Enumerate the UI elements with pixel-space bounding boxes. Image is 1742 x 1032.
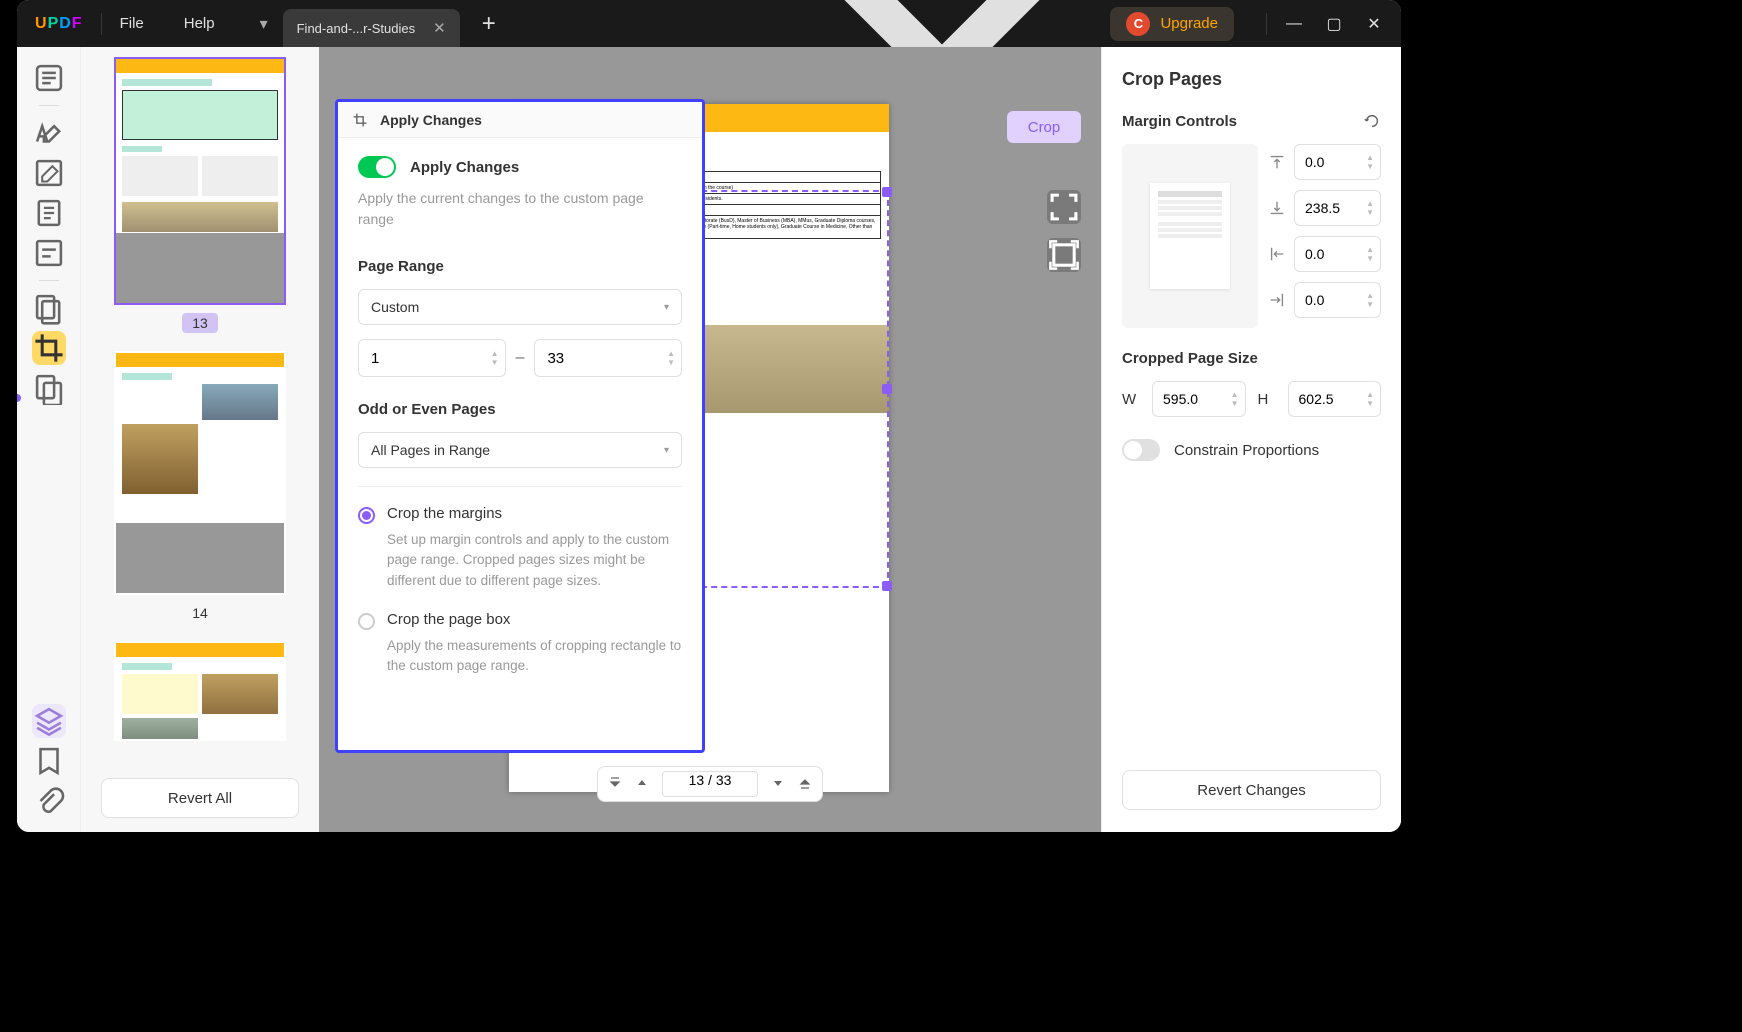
- upgrade-button[interactable]: C Upgrade: [1110, 7, 1234, 41]
- add-tab-icon[interactable]: +: [482, 10, 496, 38]
- close-icon[interactable]: ✕: [433, 19, 446, 37]
- page-tool-icon[interactable]: [32, 196, 66, 230]
- thumbnails-panel: 13 14: [81, 47, 319, 832]
- reader-mode-icon[interactable]: [32, 61, 66, 95]
- crop-button[interactable]: Crop: [1007, 111, 1081, 143]
- margin-preview: [1122, 144, 1258, 328]
- thumbnail-item[interactable]: [91, 641, 309, 741]
- width-input[interactable]: 595.0▲▼: [1152, 381, 1246, 417]
- margin-top-input[interactable]: 0.0▲▼: [1294, 144, 1381, 180]
- margin-right-input[interactable]: 0.0▲▼: [1294, 282, 1381, 318]
- maximize-icon[interactable]: ▢: [1325, 15, 1343, 33]
- divider: [358, 486, 682, 487]
- thumbnail-page-15[interactable]: [114, 641, 286, 741]
- height-label: H: [1258, 391, 1276, 408]
- comment-tool-icon[interactable]: [32, 116, 66, 150]
- range-from-input[interactable]: 1 ▲▼: [358, 339, 506, 377]
- thumbnail-number: 13: [182, 313, 218, 333]
- odd-even-select[interactable]: All Pages in Range ▾: [358, 432, 682, 468]
- active-indicator: [17, 394, 21, 402]
- range-separator: –: [516, 349, 525, 367]
- height-input[interactable]: 602.5▲▼: [1288, 381, 1382, 417]
- form-tool-icon[interactable]: [32, 236, 66, 270]
- organize-pages-icon[interactable]: [32, 291, 66, 325]
- margin-bottom-icon: [1268, 199, 1286, 217]
- menu-help[interactable]: Help: [184, 15, 215, 32]
- bookmark-icon[interactable]: [32, 744, 66, 778]
- cropped-size-title: Cropped Page Size: [1122, 350, 1381, 367]
- divider: [101, 13, 102, 35]
- document-tab[interactable]: Find-and-...r-Studies ✕: [283, 9, 460, 47]
- revert-all-button[interactable]: Revert All: [101, 778, 299, 818]
- margin-left-input[interactable]: 0.0▲▼: [1294, 236, 1381, 272]
- width-label: W: [1122, 391, 1140, 408]
- last-page-icon[interactable]: [798, 776, 812, 793]
- panel-header: Apply Changes: [338, 102, 702, 138]
- panel-title: Crop Pages: [1122, 69, 1381, 90]
- toggle-label: Apply Changes: [410, 159, 519, 176]
- constrain-toggle[interactable]: [1122, 439, 1160, 461]
- menu-file[interactable]: File: [120, 15, 144, 32]
- thumbnail-page-13[interactable]: [114, 57, 286, 305]
- margin-controls-title: Margin Controls: [1122, 113, 1237, 130]
- prev-page-icon[interactable]: [636, 776, 648, 792]
- chevron-down-icon: ▾: [664, 302, 669, 313]
- attachment-icon[interactable]: [32, 784, 66, 818]
- toggle-description: Apply the current changes to the custom …: [358, 188, 682, 230]
- content: 13 14: [17, 47, 1401, 832]
- panel-title: Apply Changes: [380, 112, 482, 128]
- page-range-select[interactable]: Custom ▾: [358, 289, 682, 325]
- crop-icon: [352, 112, 368, 128]
- constrain-label: Constrain Proportions: [1174, 442, 1319, 459]
- left-rail: [17, 47, 81, 832]
- fit-page-icon[interactable]: [1047, 238, 1081, 272]
- avatar: C: [1126, 12, 1150, 36]
- divider: [1266, 13, 1267, 35]
- crop-margins-radio[interactable]: [358, 507, 375, 524]
- main-canvas: 2. University of Cambridge LevelPostgrad…: [319, 47, 1101, 832]
- minimize-icon[interactable]: —: [1285, 15, 1303, 33]
- window-controls: — ▢ ✕: [1285, 15, 1383, 33]
- margin-bottom-input[interactable]: 238.5▲▼: [1294, 190, 1381, 226]
- paginator: 13 / 33: [597, 766, 823, 802]
- next-page-icon[interactable]: [772, 776, 784, 792]
- thumbnail-page-14[interactable]: [114, 351, 286, 595]
- tab-list-dropdown[interactable]: ▾: [255, 15, 273, 33]
- app-logo: UPDF: [35, 15, 83, 33]
- radio-description: Set up margin controls and apply to the …: [387, 530, 682, 591]
- crop-pages-icon[interactable]: [32, 331, 66, 365]
- layers-icon[interactable]: [32, 704, 66, 738]
- titlebar: UPDF File Help ▾ Find-and-...r-Studies ✕…: [17, 0, 1401, 47]
- tab-title: Find-and-...r-Studies: [297, 21, 416, 36]
- upgrade-label: Upgrade: [1160, 15, 1218, 32]
- reset-icon[interactable]: [1363, 112, 1381, 130]
- revert-changes-button[interactable]: Revert Changes: [1122, 770, 1381, 810]
- app-window: UPDF File Help ▾ Find-and-...r-Studies ✕…: [17, 0, 1401, 832]
- margin-left-icon: [1268, 245, 1286, 263]
- crop-pagebox-radio[interactable]: [358, 613, 375, 630]
- crop-settings-panel: Crop Pages Margin Controls 0.0▲▼: [1101, 47, 1401, 832]
- chevron-down-icon: ▾: [664, 445, 669, 456]
- page-range-title: Page Range: [358, 258, 682, 275]
- thumbnail-item[interactable]: 14: [91, 351, 309, 623]
- thumbnail-number: 14: [182, 603, 218, 623]
- radio-description: Apply the measurements of cropping recta…: [387, 636, 682, 677]
- radio-label: Crop the page box: [387, 611, 510, 630]
- page-number-input[interactable]: 13 / 33: [662, 771, 758, 797]
- close-window-icon[interactable]: ✕: [1365, 15, 1383, 33]
- edit-tool-icon[interactable]: [32, 156, 66, 190]
- watermark-icon[interactable]: [32, 371, 66, 405]
- view-buttons: [1047, 190, 1081, 272]
- range-to-input[interactable]: 33 ▲▼: [534, 339, 682, 377]
- margin-right-icon: [1268, 291, 1286, 309]
- apply-changes-toggle[interactable]: [358, 156, 396, 178]
- radio-label: Crop the margins: [387, 505, 502, 524]
- odd-even-title: Odd or Even Pages: [358, 401, 682, 418]
- margin-top-icon: [1268, 153, 1286, 171]
- first-page-icon[interactable]: [608, 776, 622, 793]
- apply-changes-panel: Apply Changes Apply Changes Apply the cu…: [335, 99, 705, 753]
- thumbnail-item[interactable]: 13: [91, 57, 309, 333]
- fit-screen-icon[interactable]: [1047, 190, 1081, 224]
